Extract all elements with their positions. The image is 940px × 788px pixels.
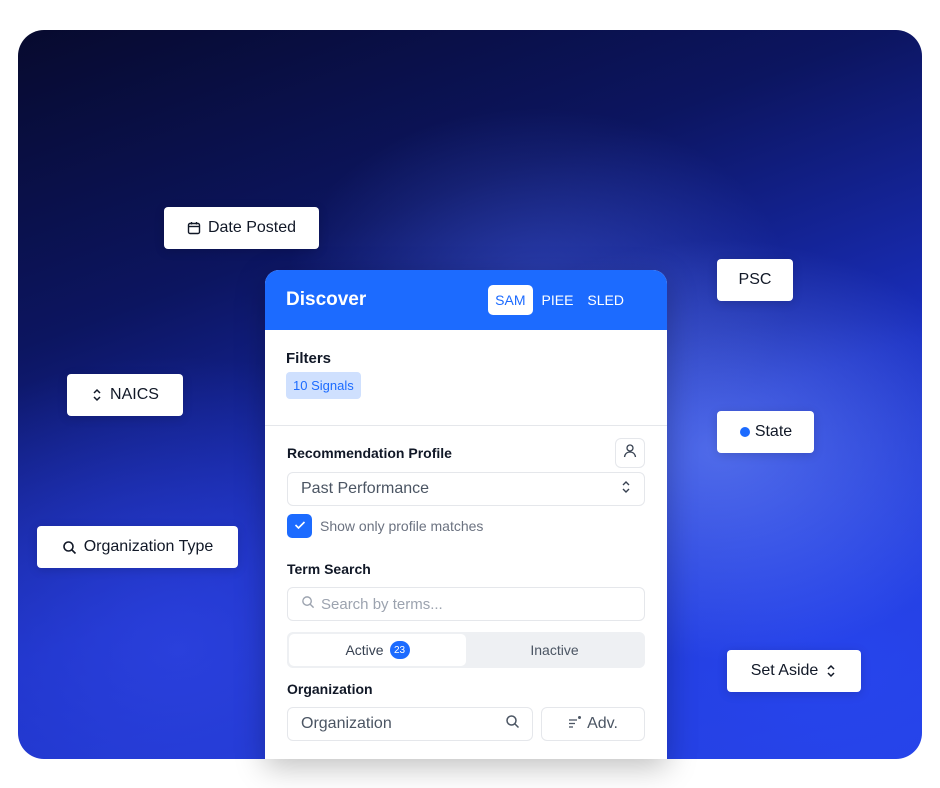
user-icon (623, 443, 637, 463)
radio-dot-icon (739, 426, 751, 438)
advanced-filter-button[interactable]: Adv. (541, 707, 645, 741)
active-count-badge: 23 (389, 641, 410, 659)
tab-sled[interactable]: SLED (582, 286, 629, 314)
profile-select[interactable]: Past Performance (287, 472, 645, 506)
state-label: State (754, 423, 793, 440)
term-search-placeholder: Search by terms... (321, 595, 443, 613)
organization-type-chip[interactable]: Organization Type (37, 526, 238, 568)
panel-header: Discover SAM PIEE SLED (265, 270, 667, 330)
check-icon (294, 517, 306, 535)
inactive-label: Inactive (530, 642, 579, 658)
date-posted-label: Date Posted (207, 219, 297, 236)
search-icon (301, 595, 315, 613)
naics-chip[interactable]: NAICS (67, 374, 183, 416)
term-search-input[interactable]: Search by terms... (287, 587, 645, 621)
organization-type-label: Organization Type (83, 538, 214, 555)
search-icon (505, 714, 520, 734)
discover-panel: Discover SAM PIEE SLED Filters 10 Signal… (265, 270, 667, 759)
tab-sam[interactable]: SAM (488, 285, 533, 315)
psc-chip[interactable]: PSC (717, 259, 793, 301)
sort-chevrons-icon (825, 664, 837, 678)
panel-title: Discover (286, 289, 367, 310)
date-posted-chip[interactable]: Date Posted (164, 207, 319, 249)
sort-chevrons-icon (91, 388, 103, 402)
profile-matches-label: Show only profile matches (320, 518, 484, 534)
active-label: Active (345, 642, 384, 658)
organization-input[interactable]: Organization (287, 707, 533, 741)
inactive-toggle[interactable]: Inactive (466, 634, 643, 666)
calendar-icon (187, 221, 201, 235)
status-toggle: Active 23 Inactive (287, 632, 645, 668)
search-icon (62, 540, 77, 555)
profile-matches-checkbox[interactable] (287, 514, 312, 538)
term-search-label: Term Search (287, 561, 371, 577)
filter-lines-icon (568, 715, 582, 734)
filters-heading: Filters (286, 350, 332, 367)
set-aside-label: Set Aside (750, 662, 819, 679)
signals-badge[interactable]: 10 Signals (286, 372, 361, 399)
adv-label: Adv. (587, 715, 618, 732)
state-chip[interactable]: State (717, 411, 814, 453)
sort-chevrons-icon (621, 480, 631, 499)
tab-piee[interactable]: PIEE (537, 286, 579, 314)
profile-button[interactable] (615, 438, 645, 468)
recommendation-profile-label: Recommendation Profile (287, 445, 452, 461)
set-aside-chip[interactable]: Set Aside (727, 650, 861, 692)
psc-label: PSC (738, 271, 772, 288)
active-toggle[interactable]: Active 23 (289, 634, 466, 666)
organization-placeholder: Organization (301, 715, 392, 732)
profile-select-value: Past Performance (301, 480, 430, 497)
organization-label: Organization (287, 681, 373, 697)
source-tabs: SAM PIEE SLED (488, 285, 629, 315)
naics-label: NAICS (110, 386, 159, 403)
filters-section: Filters 10 Signals (265, 330, 667, 426)
